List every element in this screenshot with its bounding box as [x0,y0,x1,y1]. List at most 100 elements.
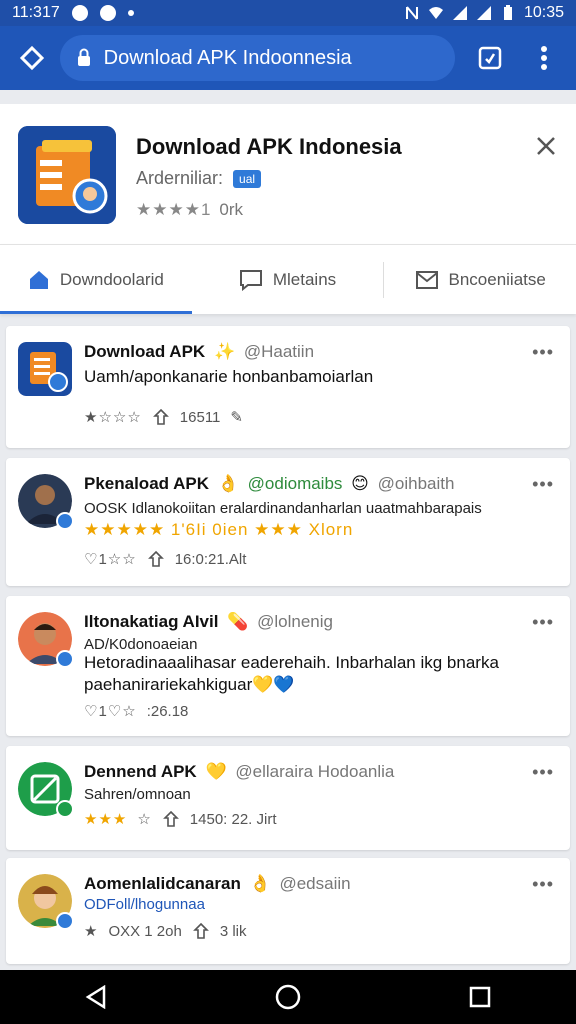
rating-stars: ★★★★1 [136,200,212,219]
app-developer: Arderniliar: [136,168,224,188]
battery-icon [503,5,512,20]
circle-home-icon [275,984,301,1010]
star-empty-icon: ☆ [137,811,152,828]
home-nav-button[interactable] [268,977,308,1017]
post-header: Download APK ✨ @Haatiin [84,342,520,362]
post-body: OOSK Idlanokoiitan eralardinandanharlan … [84,500,482,517]
post-header: Pkenaload APK 👌 @odiomaibs 😊 @oihbaith [84,474,520,494]
post-author: Iltonakatiag AIvil [84,612,219,631]
chat-icon [239,269,262,291]
post-stats: ♡1☆☆ 16:0:21.Alt [84,550,246,569]
like-icon[interactable]: ♡1♡☆ [84,702,137,720]
list-item[interactable]: Aomenlalidcanaran 👌 @edsaiin ••• ODFoll/… [6,858,570,964]
post-stats: ★★★ ☆ 1450: 22. Jirt [84,810,277,829]
list-item[interactable]: Pkenaload APK 👌 @odiomaibs 😊 @oihbaith •… [6,458,570,586]
post-header: Aomenlalidcanaran 👌 @edsaiin [84,874,520,894]
more-options-button[interactable]: ••• [532,342,554,363]
avatar [18,474,74,530]
post-handle: @edsaiin [279,874,351,893]
app-badge: ual [233,169,262,188]
list-item[interactable]: Download APK ✨ @Haatiin ••• Uamh/aponkan… [6,326,570,448]
app-rating: ★★★★1 0rk [136,200,243,220]
wifi-icon [428,7,443,19]
post-header: Iltonakatiag AIvil 💊 @lolnenig [84,612,520,632]
sparkle-icon: ✨ [213,342,236,361]
home-icon [19,45,44,71]
more-options-button[interactable]: ••• [532,762,554,783]
app-logo-icon [18,342,72,396]
post-author: Dennend APK [84,762,197,781]
post-stars: ★☆☆☆ [84,409,142,426]
tab-label: Bncoeniiatse [448,269,546,289]
avatar [18,342,72,396]
post-handle: @oihbaith [377,474,455,493]
post-handle: @ellaraira Hodoanlia [235,762,395,781]
post-body-2: paehanirariekahkiguar💛💙 [84,674,550,696]
status-bar: 11:317 10:35 [0,0,576,26]
verified-icon [56,912,74,930]
hand-icon: 👌 [217,474,239,493]
hand-icon: 👌 [249,874,271,893]
like-icon[interactable]: ♡1☆☆ [84,550,137,568]
tabs-button[interactable] [471,38,511,78]
home-button[interactable] [12,38,52,78]
post-handle: @Haatiin [243,342,315,361]
close-icon[interactable] [534,134,558,158]
post-body: Sahren/omnoan [84,786,191,803]
signal-icon [452,6,467,20]
post-stats: ★☆☆☆ 16511 ✎ [84,408,243,427]
post-stars: ★★★ [84,811,128,828]
back-icon [85,985,106,1009]
tab-messages[interactable]: Mletains [192,245,384,314]
more-options-button[interactable]: ••• [532,474,554,495]
tab-mail[interactable]: Bncoeniiatse [384,245,576,314]
list-item[interactable]: Dennend APK 💛 @ellaraira Hodoanlia ••• S… [6,746,570,850]
system-nav-bar [0,970,576,1024]
mail-icon [415,270,438,289]
rating-text: 0rk [219,200,244,219]
heart-icon: 💛 [205,762,227,781]
home-icon [29,270,48,289]
share-icon[interactable] [152,408,170,426]
list-item[interactable]: Iltonakatiag AIvil 💊 @lolnenig ••• AD/K0… [6,596,570,736]
app-logo-icon [18,126,116,224]
more-options-button[interactable]: ••• [532,612,554,633]
url-text: Download APK Indoonnesia [103,46,352,69]
url-bar[interactable]: Download APK Indoonnesia [59,35,455,81]
pencil-icon: ✎ [230,409,243,426]
share-icon[interactable] [192,922,210,940]
notification-icon [71,5,88,21]
status-time: 11:317 [12,4,60,21]
post-count: 1450: 22. Jirt [189,810,277,828]
recents-icon [469,986,491,1008]
tab-download[interactable]: Downdoolarid [0,245,192,314]
post-body-text: paehanirariekahkiguar [84,675,253,694]
signal2-icon [476,6,491,20]
more-options-button[interactable]: ••• [532,874,554,895]
avatar [18,874,74,930]
smile-icon: 😊 [351,474,369,493]
status-clock: 10:35 [523,4,564,21]
post-header: Dennend APK 💛 @ellaraira Hodoanlia [84,762,520,782]
tab-bar: Downdoolarid Mletains Bncoeniiatse [0,244,576,314]
post-author: Pkenaload APK [84,474,210,493]
post-author: Aomenlalidcanaran [84,874,241,893]
more-notifications-icon [127,10,134,16]
post-count: OXX 1 2oh [108,922,182,940]
app-icon[interactable] [18,126,116,224]
post-count: :26.18 [146,702,189,720]
menu-button[interactable] [524,38,564,78]
tab-label: Mletains [272,269,337,289]
star-icon[interactable]: ★ [84,922,98,940]
recents-button[interactable] [460,977,500,1017]
back-button[interactable] [76,977,116,1017]
share-icon[interactable] [147,550,165,568]
post-body: Hetoradinaaalihasar eaderehaih. Inbarhal… [84,653,499,672]
post-author: Download APK [84,342,206,361]
share-icon[interactable] [162,810,180,828]
more-vert-icon [541,46,548,70]
nfc-icon [405,6,418,20]
pill-icon: 💊 [227,612,249,631]
lock-icon [77,48,90,66]
post-handle-green: @odiomaibs [247,474,343,493]
